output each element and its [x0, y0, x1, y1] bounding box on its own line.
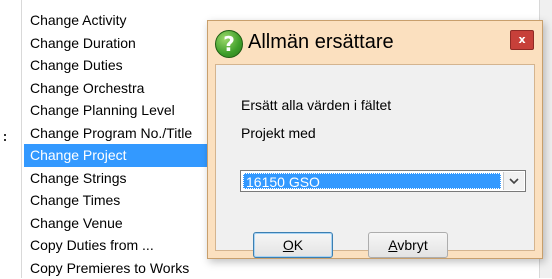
dialog-titlebar[interactable]: ? Allmän ersättare x [208, 21, 542, 65]
ok-mnemonic: O [283, 237, 294, 253]
dialog-body: Ersätt alla värden i fältet Projekt med … [215, 64, 535, 251]
ok-label: K [294, 237, 303, 253]
close-icon: x [518, 33, 525, 46]
splitter-grip[interactable] [4, 139, 6, 141]
list-item-change-times[interactable]: Change Times [24, 189, 224, 212]
message-line-1: Ersätt alla värden i fältet [241, 97, 391, 113]
project-select[interactable]: 16150 GSO [240, 170, 526, 192]
list-item-copy-premieres-to-works[interactable]: Copy Premieres to Works [24, 257, 224, 279]
command-list: Change Activity Change Duration Change D… [24, 9, 224, 279]
dialog-title: Allmän ersättare [248, 31, 394, 54]
divider [21, 0, 22, 278]
left-margin [0, 0, 23, 278]
list-item-change-program-no-title[interactable]: Change Program No./Title [24, 122, 224, 145]
list-item-change-duration[interactable]: Change Duration [24, 32, 224, 55]
list-item-change-planning-level[interactable]: Change Planning Level [24, 99, 224, 122]
cancel-mnemonic: A [388, 237, 397, 253]
list-item-change-strings[interactable]: Change Strings [24, 167, 224, 190]
replace-dialog: ? Allmän ersättare x Ersätt alla värden … [207, 20, 543, 259]
list-item-change-orchestra[interactable]: Change Orchestra [24, 77, 224, 100]
list-item-change-duties[interactable]: Change Duties [24, 54, 224, 77]
cancel-label: vbryt [397, 237, 427, 253]
dropdown-button[interactable] [503, 172, 524, 190]
chevron-down-icon [509, 178, 519, 185]
message-line-2: Projekt med [241, 125, 316, 141]
splitter-grip[interactable] [4, 134, 6, 136]
list-item-change-activity[interactable]: Change Activity [24, 9, 224, 32]
list-item-copy-duties-from[interactable]: Copy Duties from ... [24, 234, 224, 257]
list-item-change-venue[interactable]: Change Venue [24, 212, 224, 235]
cancel-button[interactable]: Avbryt [368, 232, 448, 258]
project-select-value: 16150 GSO [243, 173, 501, 189]
help-icon: ? [215, 30, 243, 58]
ok-button[interactable]: OK [253, 232, 333, 258]
close-button[interactable]: x [510, 30, 534, 50]
list-item-change-project[interactable]: Change Project [24, 144, 224, 167]
